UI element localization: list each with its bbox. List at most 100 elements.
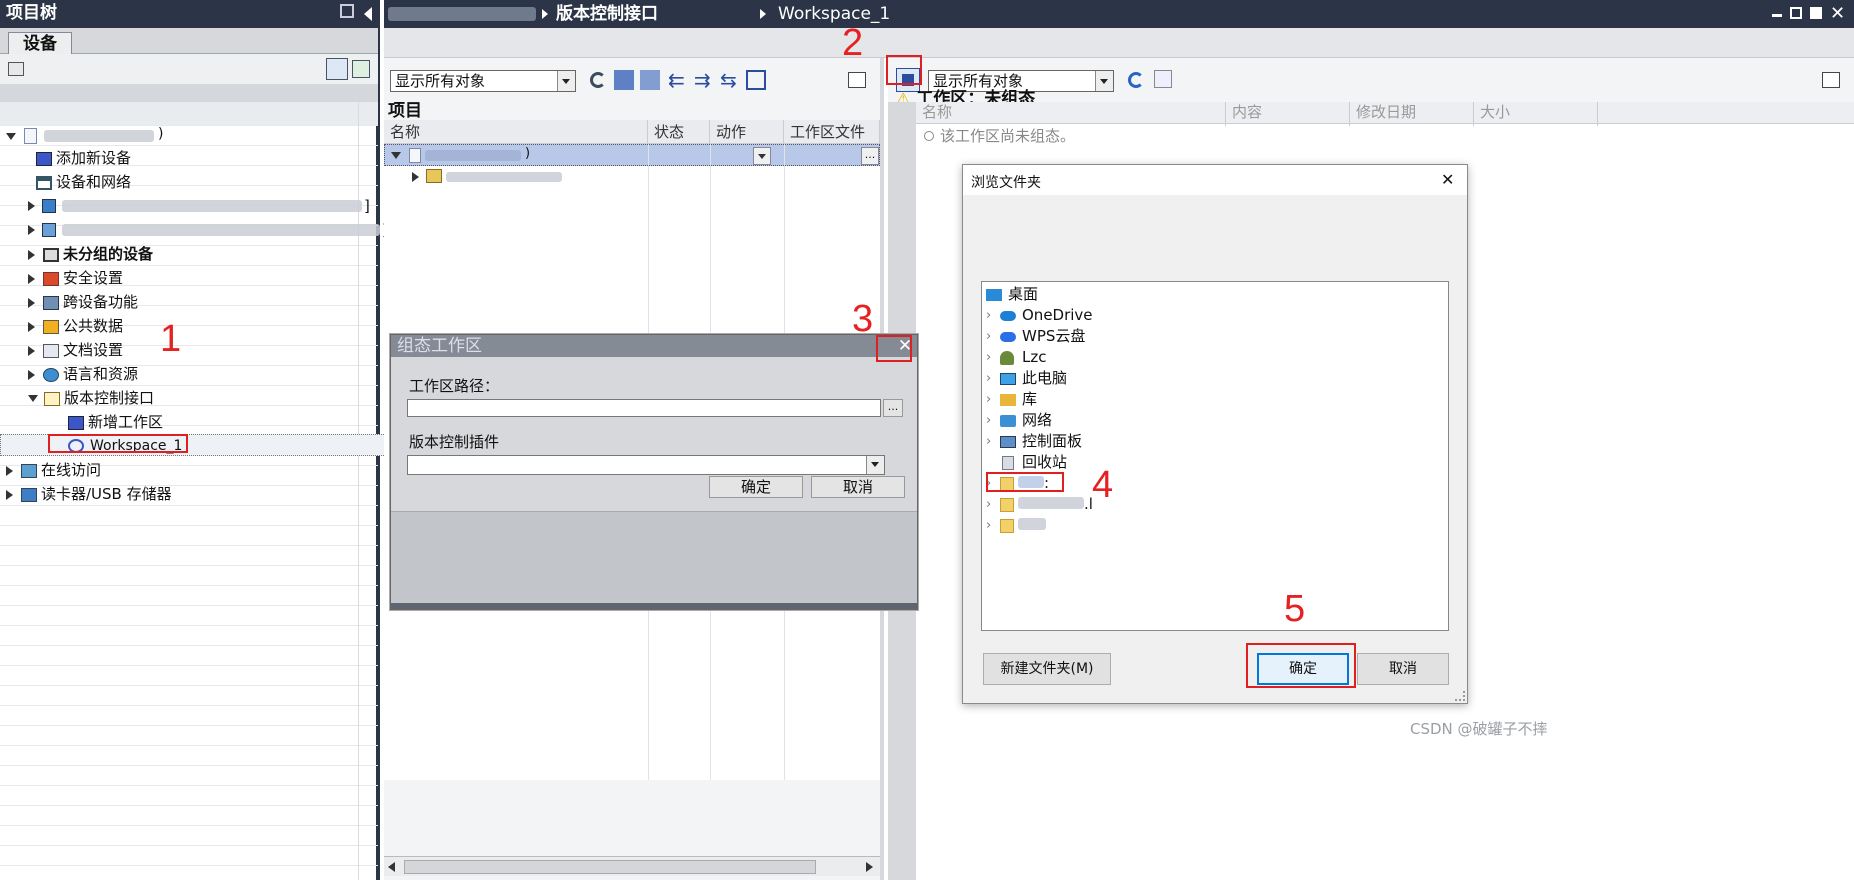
workspace-path-input[interactable]	[407, 399, 881, 417]
column-header-action[interactable]: 动作	[710, 120, 784, 144]
column-header-size[interactable]: 大小	[1474, 102, 1598, 126]
tree-item-label: 文档设置	[63, 341, 124, 359]
refresh-icon[interactable]	[1128, 72, 1144, 88]
expand-arrow-icon[interactable]	[28, 225, 35, 235]
scrollbar-thumb[interactable]	[404, 860, 816, 874]
filter-dropdown[interactable]: 显示所有对象	[390, 70, 576, 92]
tree-item-add-workspace[interactable]: 新增工作区	[68, 412, 163, 432]
update-from-workspace-icon[interactable]	[640, 70, 660, 90]
expand-arrow-icon[interactable]	[28, 369, 35, 380]
maximize-icon[interactable]	[1810, 7, 1822, 19]
overview-view-icon[interactable]	[326, 58, 348, 80]
panel-layout-icon[interactable]	[340, 4, 354, 18]
expand-arrow-icon[interactable]	[28, 201, 35, 211]
tree-item-devices-networks[interactable]: 设备和网络	[36, 172, 131, 192]
hmi-icon	[42, 223, 56, 237]
refresh-icon[interactable]	[590, 72, 606, 88]
tree-item-ungrouped-devices[interactable]: 未分组的设备	[28, 244, 153, 264]
tree-item-security[interactable]: 安全设置	[28, 268, 123, 288]
close-icon[interactable]: ✕	[1830, 0, 1845, 28]
workspace-path-label: 工作区路径：	[409, 377, 500, 395]
document-settings-icon	[43, 343, 59, 358]
tree-export-icon[interactable]	[352, 60, 370, 78]
expand-arrow-icon[interactable]	[6, 133, 16, 140]
expand-arrow-icon[interactable]	[28, 297, 35, 308]
tree-item-label: 未分组的设备	[63, 245, 154, 263]
column-header-name[interactable]: 名称	[384, 120, 648, 144]
tree-item-label: 公共数据	[63, 317, 124, 335]
horizontal-scrollbar[interactable]	[384, 856, 880, 876]
breadcrumb-parent[interactable]: 版本控制接口	[556, 0, 658, 28]
project-grid-row-selected[interactable]: ) ...	[384, 144, 880, 166]
tree-item-online-access[interactable]: 在线访问	[6, 460, 101, 480]
browse-cancel-button[interactable]: 取消	[1357, 653, 1449, 685]
browse-dialog-titlebar: 浏览文件夹 ✕	[963, 165, 1467, 195]
computer-icon	[1000, 372, 1016, 385]
workspace-file-browse-button[interactable]: ...	[861, 147, 879, 165]
tree-settings-icon[interactable]	[8, 62, 24, 76]
folder-icon	[1000, 497, 1014, 512]
highlight-selected-folder	[986, 472, 1064, 492]
folder-item-redacted-3[interactable]: ›	[982, 513, 1448, 538]
workspace-grid-icon[interactable]	[1154, 70, 1172, 88]
tree-item-version-control[interactable]: 版本控制接口	[28, 388, 154, 408]
tree-item-common-data[interactable]: 公共数据	[28, 316, 123, 336]
column-header-content[interactable]: 内容	[1226, 102, 1350, 126]
annotation-step-2: 2	[842, 22, 864, 64]
tree-item-label: 新增工作区	[88, 413, 164, 431]
column-header-name[interactable]: 名称	[916, 102, 1226, 126]
expand-arrow-icon[interactable]	[28, 345, 35, 356]
project-grid-row[interactable]	[384, 166, 880, 188]
expand-arrow-icon[interactable]	[28, 273, 35, 284]
configure-ok-button[interactable]: 确定	[709, 476, 803, 498]
plugin-select[interactable]	[407, 455, 885, 475]
restore-icon[interactable]	[1790, 7, 1802, 19]
expand-arrow-icon[interactable]	[6, 465, 13, 476]
scroll-left-icon[interactable]	[388, 862, 395, 872]
expand-arrow-icon[interactable]	[6, 489, 13, 500]
remove-link-icon[interactable]: ⇆	[720, 68, 737, 92]
chevron-right-icon[interactable]: ›	[986, 513, 1000, 538]
tree-item-cross-device[interactable]: 跨设备功能	[28, 292, 138, 312]
configure-cancel-button[interactable]: 取消	[811, 476, 905, 498]
annotation-step-1: 1	[160, 318, 182, 360]
tree-item-device-2[interactable]: ]	[28, 220, 388, 240]
security-settings-icon	[43, 271, 59, 286]
column-header-workspace-file[interactable]: 工作区文件	[784, 120, 880, 144]
panel-options-icon[interactable]	[1822, 72, 1840, 88]
version-control-icon	[44, 391, 60, 406]
collapse-panel-icon[interactable]	[364, 7, 372, 21]
tree-item-document-settings[interactable]: 文档设置	[28, 340, 123, 360]
tree-item-add-device[interactable]: 添加新设备	[36, 148, 131, 168]
project-section-title: 项目	[388, 101, 422, 121]
tree-project-root[interactable]: )	[6, 126, 186, 146]
browse-path-button[interactable]: ...	[883, 399, 903, 417]
tree-item-label: ]	[364, 197, 370, 215]
arrow-left-icon[interactable]: ⇇	[668, 68, 685, 92]
compare-icon[interactable]	[746, 70, 766, 90]
resize-grip-icon[interactable]	[1455, 691, 1465, 701]
tree-item-device-1[interactable]: ]	[28, 196, 370, 216]
collapse-arrow-icon[interactable]	[28, 395, 38, 402]
tab-devices[interactable]: 设备	[8, 32, 72, 55]
folder-tree: 桌面 › OneDrive › WPS云盘 › Lzc › 此电脑 › 库 › 网络 › 控制…	[981, 281, 1449, 631]
scroll-right-icon[interactable]	[866, 862, 873, 872]
close-icon[interactable]: ✕	[1441, 170, 1454, 189]
arrow-right-icon[interactable]: ⇉	[694, 68, 711, 92]
column-header-modified[interactable]: 修改日期	[1350, 102, 1474, 126]
add-to-workspace-icon[interactable]	[614, 70, 634, 90]
tree-item-label: 读卡器/USB 存储器	[41, 485, 172, 503]
workspace-empty-message: 该工作区尚未组态。	[924, 124, 1075, 148]
panel-options-icon[interactable]	[848, 72, 866, 88]
new-folder-button[interactable]: 新建文件夹(M)	[983, 653, 1111, 685]
breadcrumb-current: Workspace_1	[778, 4, 891, 24]
tree-item-card-reader[interactable]: 读卡器/USB 存储器	[6, 484, 172, 504]
expand-arrow-icon[interactable]	[28, 249, 35, 260]
minimize-icon[interactable]	[1772, 14, 1782, 17]
expand-arrow-icon[interactable]	[28, 321, 35, 332]
column-header-status[interactable]: 状态	[648, 120, 710, 144]
collapse-arrow-icon[interactable]	[391, 152, 401, 159]
tree-item-languages[interactable]: 语言和资源	[28, 364, 138, 384]
expand-arrow-icon[interactable]	[412, 172, 419, 182]
add-workspace-icon	[68, 415, 84, 430]
